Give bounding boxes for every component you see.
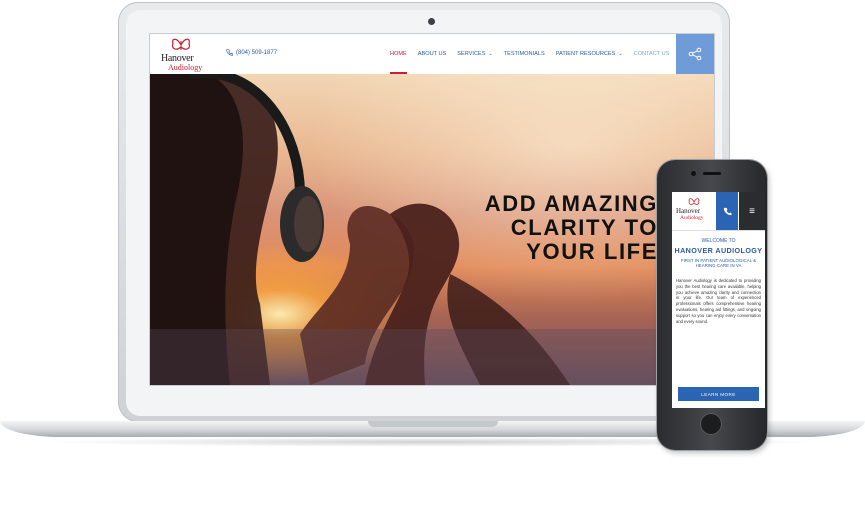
hero-headline-line2: CLARITY TO — [510, 215, 658, 240]
mobile-body-text: Hanover Audiology is dedicated to provid… — [676, 278, 761, 324]
hero-headline-line3: YOUR LIFE — [526, 239, 658, 264]
nav-services-label: SERVICES — [457, 51, 486, 57]
nav-about-us[interactable]: ABOUT US — [418, 34, 447, 74]
nav-home-label: HOME — [390, 51, 407, 57]
mobile-brand-title: HANOVER AUDIOLOGY — [674, 246, 763, 255]
nav-contact-us-label: CONTACT US — [633, 51, 670, 57]
logo-subname: Audiology — [168, 63, 203, 72]
nav-testimonials-label: TESTIMONIALS — [503, 51, 545, 57]
phone-screen: Hanover Audiology ≡ WELCOME TO HANOVER A… — [672, 192, 765, 408]
mobile-logo-subname: Audiology — [680, 215, 704, 221]
nav-patient-resources-label: PATIENT RESOURCES — [555, 51, 616, 57]
main-nav: HOME ABOUT US SERVICES ⌄ TESTIMONIALS PAT… — [390, 34, 669, 74]
nav-about-us-label: ABOUT US — [417, 51, 447, 57]
hero-headline: ADD AMAZING CLARITY TO YOUR LIFE — [485, 192, 658, 264]
site-header: Hanover Audiology (804) 509-1877 HOME AB… — [150, 34, 714, 74]
chevron-down-icon: ⌄ — [488, 51, 493, 57]
hamburger-icon: ≡ — [749, 205, 755, 217]
nav-home[interactable]: HOME — [390, 34, 407, 74]
mobile-tagline: FIRST IN PATIENT AUDIOLOGICAL & HEARING … — [680, 258, 757, 269]
chevron-down-icon: ⌄ — [618, 51, 623, 57]
mobile-logo[interactable]: Hanover Audiology — [676, 197, 712, 227]
nav-contact-us[interactable]: CONTACT US — [634, 34, 670, 74]
hero-banner: ADD AMAZING CLARITY TO YOUR LIFE — [150, 74, 714, 385]
header-phone-number: (804) 509-1877 — [236, 49, 278, 56]
site-logo[interactable]: Hanover Audiology — [158, 37, 204, 73]
butterfly-logo-icon — [171, 38, 191, 50]
nav-services[interactable]: SERVICES ⌄ — [457, 34, 492, 74]
phone-icon — [723, 207, 732, 215]
phone-home-button — [700, 413, 722, 435]
laptop-base-notch — [368, 421, 498, 427]
nav-patient-resources[interactable]: PATIENT RESOURCES ⌄ — [556, 34, 623, 74]
header-phone-link[interactable]: (804) 509-1877 — [226, 49, 277, 56]
laptop-screen: Hanover Audiology (804) 509-1877 HOME AB… — [150, 34, 714, 385]
laptop-camera — [428, 18, 435, 25]
mobile-menu-button[interactable]: ≡ — [739, 192, 765, 230]
mobile-cta-button[interactable]: LEARN MORE — [678, 387, 759, 401]
share-icon — [688, 47, 702, 61]
butterfly-logo-icon — [688, 198, 700, 205]
nav-testimonials[interactable]: TESTIMONIALS — [504, 34, 545, 74]
phone-icon — [226, 49, 233, 56]
hero-headline-line1: ADD AMAZING — [484, 191, 658, 216]
mobile-welcome: WELCOME TO — [701, 238, 736, 244]
mobile-header: Hanover Audiology ≡ — [672, 192, 765, 231]
phone-camera — [691, 171, 696, 176]
share-button[interactable] — [676, 34, 714, 74]
mobile-logo-name: Hanover — [676, 207, 701, 215]
mobile-call-button[interactable] — [716, 192, 738, 230]
phone-speaker — [703, 172, 721, 175]
